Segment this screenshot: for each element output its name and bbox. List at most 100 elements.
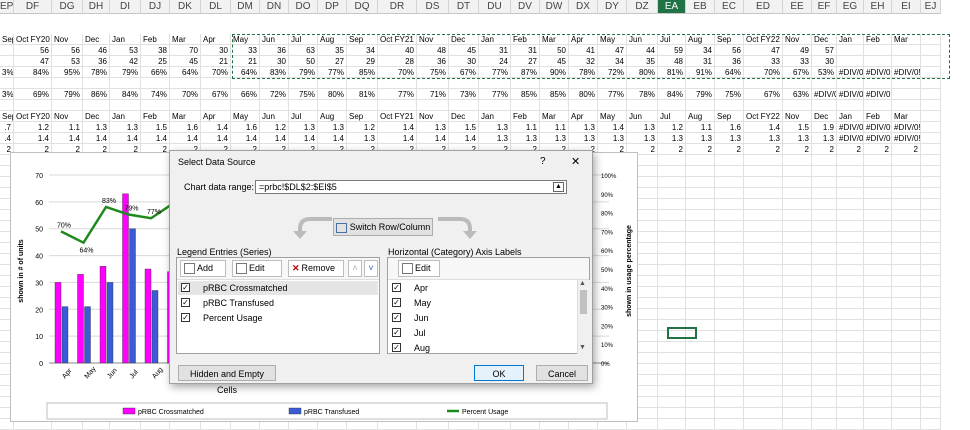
percent-cell[interactable]: 70% [170, 89, 201, 100]
empty-cell[interactable] [686, 309, 715, 320]
empty-cell[interactable] [921, 155, 941, 166]
empty-cell[interactable] [715, 254, 744, 265]
empty-cell[interactable] [837, 210, 864, 221]
empty-cell[interactable] [837, 375, 864, 386]
ratio-cell[interactable]: 1.2 [14, 122, 52, 133]
axis-label-item[interactable]: ✓ May [389, 296, 575, 310]
ratio-cell[interactable]: 1.3 [783, 133, 812, 144]
empty-cell[interactable] [837, 342, 864, 353]
ratio-cell[interactable]: 1.3 [569, 133, 598, 144]
empty-cell[interactable] [864, 287, 892, 298]
empty-cell[interactable] [837, 408, 864, 419]
switch-row-column-button[interactable]: Switch Row/Column [333, 218, 433, 236]
ratio-cell[interactable]: 1.6 [715, 122, 744, 133]
column-header[interactable]: DG [52, 0, 83, 14]
target-cell[interactable] [921, 144, 941, 155]
empty-cell[interactable] [783, 265, 812, 276]
empty-cell[interactable] [686, 397, 715, 408]
column-header[interactable]: DH [83, 0, 110, 14]
active-cell[interactable] [667, 327, 697, 339]
empty-cell[interactable] [921, 188, 941, 199]
empty-cell[interactable] [812, 397, 837, 408]
month-header-cell[interactable]: Oct FY20 [14, 34, 52, 45]
empty-cell[interactable] [658, 386, 686, 397]
empty-cell[interactable] [864, 221, 892, 232]
empty-cell[interactable] [511, 100, 540, 111]
empty-cell[interactable] [921, 166, 941, 177]
empty-cell[interactable] [812, 100, 837, 111]
month-header-cell[interactable]: Jan [479, 111, 511, 122]
empty-cell[interactable] [812, 320, 837, 331]
hidden-empty-cells-button[interactable]: Hidden and Empty Cells [178, 365, 276, 395]
ratio-cell[interactable]: 1.4 [14, 133, 52, 144]
ratio-cell[interactable]: #DIV/0! [837, 122, 864, 133]
month-header-cell[interactable]: Sep [347, 111, 378, 122]
empty-cell[interactable] [715, 331, 744, 342]
percent-cell[interactable]: 77% [479, 89, 511, 100]
percent-cell[interactable] [892, 89, 921, 100]
empty-cell[interactable] [744, 155, 783, 166]
ok-button[interactable]: OK [474, 365, 524, 381]
axis-label-item[interactable]: ✓ Apr [389, 281, 575, 295]
empty-cell[interactable] [892, 78, 921, 89]
empty-cell[interactable] [658, 309, 686, 320]
ratio-cell[interactable] [921, 133, 941, 144]
ratio-cell[interactable]: 1.3 [479, 122, 511, 133]
month-header-cell[interactable]: Jun [627, 111, 658, 122]
column-header[interactable]: EA [658, 0, 686, 14]
empty-cell[interactable] [892, 188, 921, 199]
empty-cell[interactable] [715, 177, 744, 188]
empty-cell[interactable] [837, 397, 864, 408]
target-cell[interactable]: 2 [658, 144, 686, 155]
ratio-cell[interactable]: #DIV/0! [892, 133, 921, 144]
empty-cell[interactable] [744, 210, 783, 221]
percent-cell[interactable]: 67% [201, 89, 231, 100]
crossmatched-cell[interactable]: 56 [14, 45, 52, 56]
column-header[interactable]: EI [892, 0, 921, 14]
ratio-cell[interactable]: .7 [0, 122, 14, 133]
empty-cell[interactable] [864, 210, 892, 221]
empty-cell[interactable] [837, 199, 864, 210]
ratio-cell[interactable] [921, 122, 941, 133]
month-header-cell[interactable]: Oct FY20 [14, 111, 52, 122]
close-button[interactable]: ✕ [571, 155, 580, 168]
ratio-cell[interactable]: 1.4 [598, 122, 627, 133]
empty-cell[interactable] [892, 309, 921, 320]
empty-cell[interactable] [892, 353, 921, 364]
column-header[interactable]: DJ [141, 0, 170, 14]
collapse-range-icon[interactable]: ▲ [553, 182, 564, 192]
percent-cell[interactable]: 71% [417, 89, 449, 100]
month-header-cell[interactable]: Mar [892, 111, 921, 122]
month-header-cell[interactable]: Mar [170, 111, 201, 122]
axis-label-item[interactable]: ✓ Jul [389, 326, 575, 340]
empty-cell[interactable] [658, 210, 686, 221]
ratio-cell[interactable]: 1.2 [347, 122, 378, 133]
empty-cell[interactable] [783, 287, 812, 298]
empty-cell[interactable] [744, 166, 783, 177]
empty-cell[interactable] [783, 375, 812, 386]
empty-cell[interactable] [783, 188, 812, 199]
empty-cell[interactable] [783, 364, 812, 375]
empty-cell[interactable] [921, 386, 941, 397]
month-header-cell[interactable]: Nov [417, 111, 449, 122]
empty-cell[interactable] [783, 243, 812, 254]
empty-cell[interactable] [715, 100, 744, 111]
empty-cell[interactable] [892, 254, 921, 265]
ratio-cell[interactable]: 1.3 [540, 133, 569, 144]
column-header[interactable]: DF [14, 0, 52, 14]
empty-cell[interactable] [715, 309, 744, 320]
month-header-cell[interactable]: Nov [52, 111, 83, 122]
empty-cell[interactable] [783, 100, 812, 111]
empty-cell[interactable] [715, 419, 744, 430]
empty-cell[interactable] [658, 364, 686, 375]
empty-cell[interactable] [812, 232, 837, 243]
month-header-cell[interactable]: Jul [289, 111, 318, 122]
month-header-cell[interactable]: Feb [864, 111, 892, 122]
empty-cell[interactable] [231, 78, 260, 89]
empty-cell[interactable] [0, 78, 14, 89]
percent-cell[interactable]: 79% [52, 89, 83, 100]
empty-cell[interactable] [449, 78, 479, 89]
empty-cell[interactable] [511, 78, 540, 89]
percent-cell[interactable]: #DIV/0! [864, 89, 892, 100]
empty-cell[interactable] [812, 386, 837, 397]
